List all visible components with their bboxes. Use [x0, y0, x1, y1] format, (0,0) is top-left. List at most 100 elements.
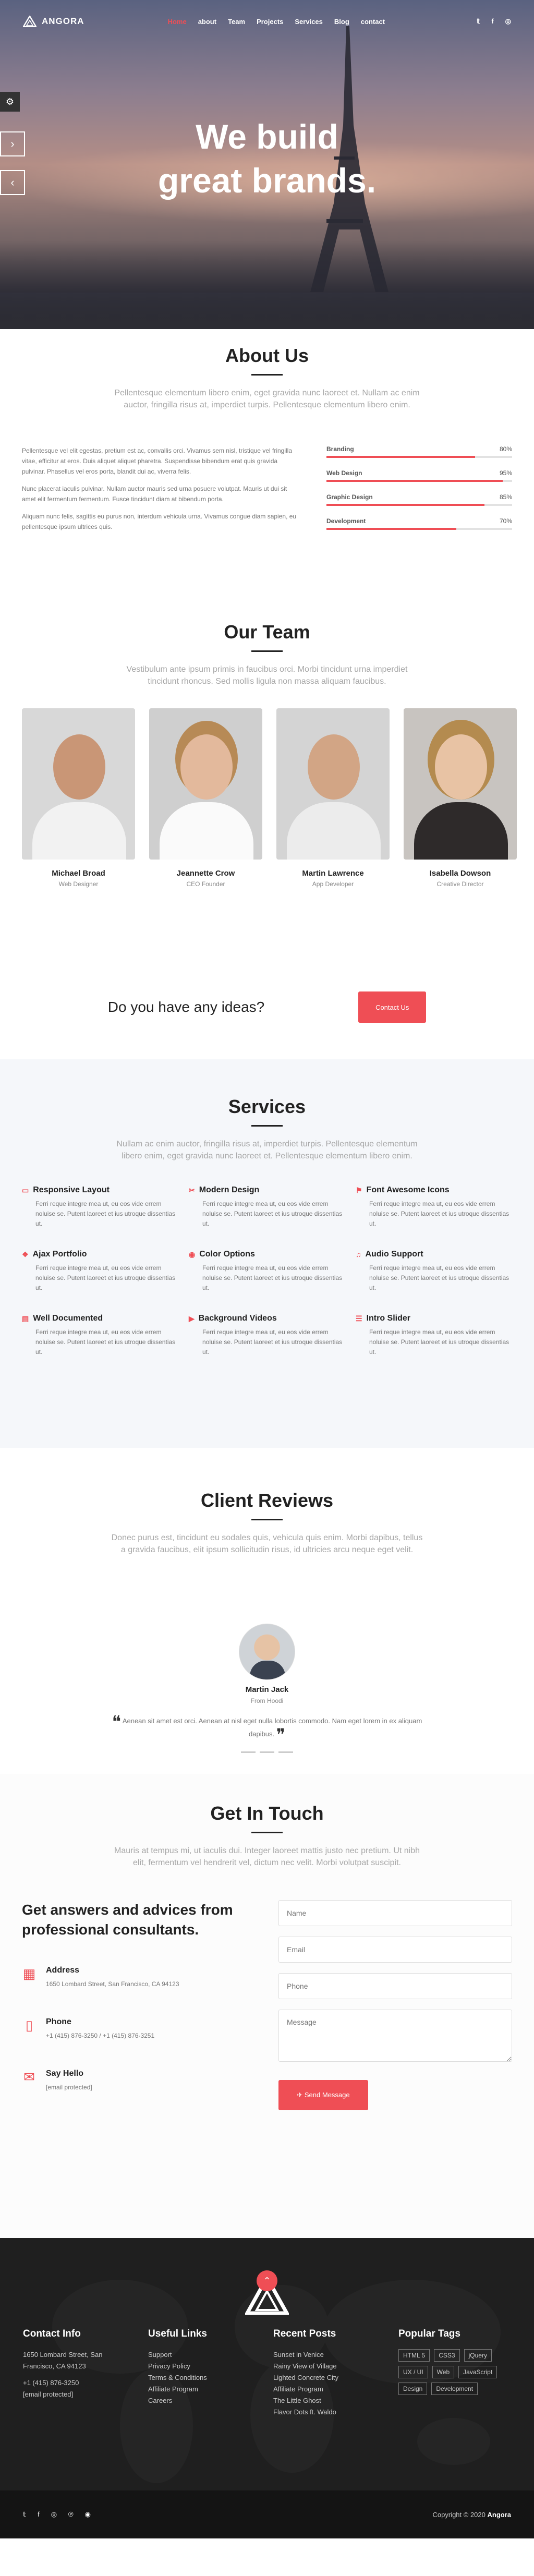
- footer-post[interactable]: Sunset in Venice: [273, 2349, 373, 2361]
- tag[interactable]: jQuery: [464, 2349, 492, 2362]
- facebook-icon[interactable]: f: [38, 2510, 40, 2519]
- back-to-top-icon[interactable]: ⌃: [257, 2270, 277, 2291]
- service-description: Ferri reque integre mea ut, eu eos vide …: [35, 1264, 176, 1291]
- message-textarea[interactable]: [278, 2010, 512, 2062]
- review-text: Aenean sit amet est orci. Aenean at nisl…: [122, 1717, 422, 1738]
- footer-link[interactable]: Privacy Policy: [148, 2361, 248, 2372]
- footer-post[interactable]: Affiliate Program: [273, 2384, 373, 2395]
- about-subtitle: Pellentesque elementum libero enim, eget…: [114, 389, 420, 409]
- nav-services[interactable]: Services: [295, 18, 323, 26]
- tag[interactable]: Development: [431, 2383, 478, 2395]
- tag[interactable]: UX / UI: [398, 2366, 428, 2378]
- pagination-dot[interactable]: [260, 1751, 274, 1753]
- skill-percent: 80%: [499, 445, 512, 453]
- skill-bar: [326, 528, 512, 530]
- instagram-icon[interactable]: ◎: [505, 17, 511, 26]
- open-quote-icon: ❝: [112, 1712, 121, 1731]
- eye-icon: ◉: [189, 1250, 196, 1259]
- tag[interactable]: CSS3: [434, 2349, 460, 2362]
- member-role: Creative Director: [436, 880, 484, 888]
- skill-name: Branding: [326, 445, 354, 453]
- service-item: ▭ Responsive Layout Ferri reque integre me…: [22, 1186, 178, 1229]
- team-member[interactable]: Michael Broad Web Designer: [22, 708, 135, 888]
- cta-section: Do you have any ideas? Contact Us: [0, 955, 534, 1059]
- team-member[interactable]: Isabella Dowson Creative Director: [404, 708, 517, 888]
- team-member[interactable]: Martin Lawrence App Developer: [276, 708, 390, 888]
- footer-post[interactable]: Rainy View of Village: [273, 2361, 373, 2372]
- footer-link[interactable]: Careers: [148, 2395, 248, 2406]
- footer-post[interactable]: The Little Ghost: [273, 2395, 373, 2406]
- contact-us-button[interactable]: Contact Us: [358, 991, 427, 1023]
- service-item: ❖ Ajax Portfolio Ferri reque integre mea u…: [22, 1250, 178, 1293]
- member-name: Jeannette Crow: [176, 869, 235, 878]
- service-name: Color Options: [199, 1250, 255, 1259]
- contact-form: ✈ Send Message: [278, 1900, 512, 2121]
- about-paragraph: Nunc placerat iaculis pulvinar. Nullam a…: [22, 485, 287, 503]
- footer-posts: Recent Posts Sunset in Venice Rainy View…: [273, 2328, 373, 2418]
- email-input[interactable]: [278, 1937, 512, 1963]
- flag-icon: ⚑: [356, 1186, 362, 1194]
- tag[interactable]: HTML 5: [398, 2349, 430, 2362]
- twitter-icon[interactable]: 𝕥: [477, 17, 480, 26]
- email-value[interactable]: [email protected]: [46, 2083, 92, 2092]
- footer-links-title: Useful Links: [148, 2328, 207, 2339]
- footer-link[interactable]: Terms & Conditions: [148, 2372, 248, 2384]
- footer-email[interactable]: [email protected]: [23, 2389, 123, 2400]
- settings-gear-icon[interactable]: ⚙: [0, 92, 20, 112]
- skill-percent: 95%: [499, 469, 512, 477]
- tag[interactable]: Design: [398, 2383, 428, 2395]
- nav-home[interactable]: Home: [168, 18, 187, 26]
- footer-columns: Contact Info 1650 Lombard Street, San Fr…: [23, 2328, 499, 2418]
- skill-bar: [326, 480, 512, 482]
- logo[interactable]: ANGORA: [23, 16, 84, 27]
- twitter-icon[interactable]: 𝕥: [23, 2510, 26, 2519]
- instagram-icon[interactable]: ◎: [51, 2510, 57, 2519]
- services-subtitle: Nullam ac enim auctor, fringilla risus a…: [116, 1140, 418, 1160]
- footer-links: Useful Links Support Privacy Policy Term…: [148, 2328, 248, 2418]
- pagination-dot[interactable]: [278, 1751, 293, 1753]
- tag[interactable]: JavaScript: [458, 2366, 497, 2378]
- nav-team[interactable]: Team: [228, 18, 245, 26]
- dribbble-icon[interactable]: ◉: [85, 2510, 91, 2519]
- mobile-icon: ▯: [25, 2017, 33, 2033]
- member-photo: [404, 708, 517, 860]
- slider-next-arrow-icon[interactable]: ›: [0, 131, 25, 156]
- skill-bar-fill: [326, 504, 484, 506]
- footer-post[interactable]: Lighted Concrete City: [273, 2372, 373, 2384]
- contact-title: Get In Touch: [210, 1803, 324, 1824]
- facebook-icon[interactable]: f: [491, 17, 493, 26]
- skill-item: Development 70%: [326, 517, 512, 530]
- hero-section: ANGORA Home about Team Projects Services…: [0, 0, 534, 329]
- pagination-dot[interactable]: [241, 1751, 256, 1753]
- service-description: Ferri reque integre mea ut, eu eos vide …: [369, 1264, 509, 1291]
- slider-prev-arrow-icon[interactable]: ‹: [0, 170, 25, 195]
- footer-post[interactable]: Flavor Dots ft. Waldo: [273, 2406, 373, 2418]
- contact-info: Get answers and advices from professiona…: [22, 1900, 241, 2121]
- pinterest-icon[interactable]: ℗: [68, 2510, 74, 2519]
- phone-label: Phone: [46, 2017, 71, 2026]
- nav-projects[interactable]: Projects: [257, 18, 283, 26]
- nav-about[interactable]: about: [198, 18, 216, 26]
- copyright-text: Copyright © 2020: [432, 2510, 486, 2519]
- service-description: Ferri reque integre mea ut, eu eos vide …: [202, 1264, 343, 1291]
- logo-icon: [23, 16, 37, 27]
- name-input[interactable]: [278, 1900, 512, 1926]
- send-message-button[interactable]: ✈ Send Message: [278, 2080, 368, 2110]
- services-section: Services Nullam ac enim auctor, fringill…: [0, 1059, 534, 1448]
- services-title: Services: [228, 1096, 306, 1117]
- service-item: ⚑ Font Awesome Icons Ferri reque integre m…: [356, 1186, 512, 1229]
- monitor-icon: ▭: [22, 1186, 29, 1194]
- nav-blog[interactable]: Blog: [334, 18, 349, 26]
- nav-contact[interactable]: contact: [361, 18, 385, 26]
- copyright: Copyright © 2020 Angora: [433, 2511, 511, 2519]
- reviews-subtitle: Donec purus est, tincidunt eu sodales qu…: [111, 1533, 423, 1554]
- footer-link[interactable]: Affiliate Program: [148, 2384, 248, 2395]
- footer-link[interactable]: Support: [148, 2349, 248, 2361]
- email-block: ✉ Say Hello [email protected]: [22, 2069, 241, 2092]
- team-member[interactable]: Jeannette Crow CEO Founder: [149, 708, 262, 888]
- tag[interactable]: Web: [432, 2366, 455, 2378]
- team-subtitle: Vestibulum ante ipsum primis in faucibus…: [126, 665, 408, 686]
- copyright-brand: Angora: [487, 2510, 512, 2519]
- phone-input[interactable]: [278, 1973, 512, 1999]
- service-name: Font Awesome Icons: [366, 1186, 450, 1194]
